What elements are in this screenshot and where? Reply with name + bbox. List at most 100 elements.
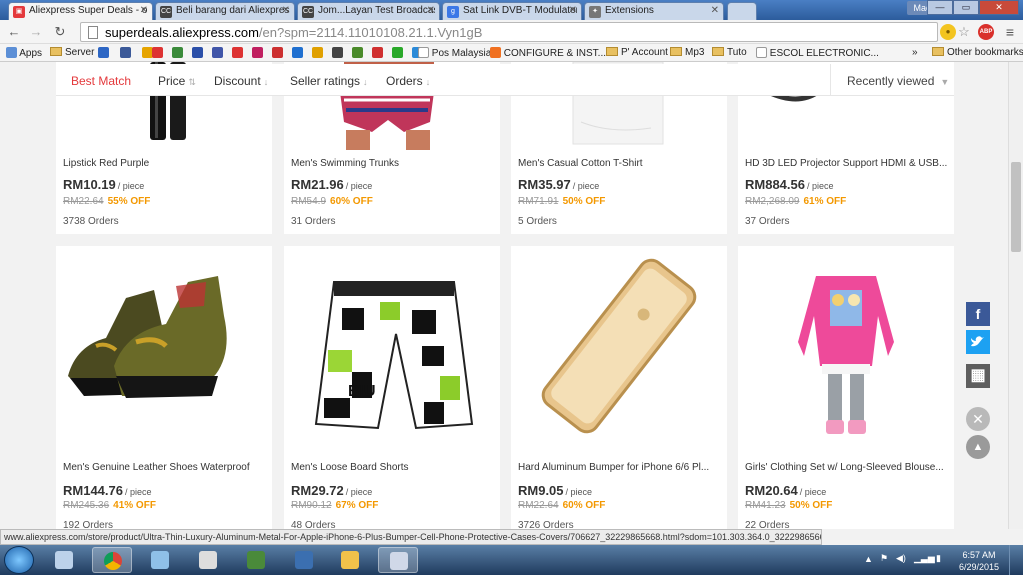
scrollbar-thumb[interactable] [1011, 162, 1021, 252]
bookmark-icon[interactable] [192, 47, 203, 58]
signal-icon[interactable]: ▁▃▅ [914, 553, 935, 564]
bookmark-server[interactable]: Server [50, 47, 94, 59]
product-card[interactable]: Girls' Clothing Set w/ Long-Sleeved Blou… [738, 246, 954, 529]
folder-icon [932, 47, 944, 56]
tab-beli-barang[interactable]: CC Beli barang dari Aliexpress ✕ [155, 2, 295, 20]
recently-viewed-dropdown[interactable]: Recently viewed ▼ [830, 64, 954, 96]
product-name[interactable]: Men's Casual Cotton T-Shirt [518, 158, 720, 169]
bookmark-icon[interactable] [152, 47, 163, 58]
maximize-button[interactable]: ▭ [953, 0, 979, 15]
bookmark-icon[interactable] [312, 47, 323, 58]
product-card[interactable]: Men's Genuine Leather Shoes Waterproof R… [56, 246, 272, 529]
price-value: RM10.19 [63, 177, 116, 192]
tab-close-icon[interactable]: ✕ [569, 5, 577, 16]
bookmark-icon[interactable] [372, 47, 383, 58]
tab-aliexpress[interactable]: ▣ Aliexpress Super Deals - o ✕ [8, 2, 153, 20]
product-name[interactable]: Girls' Clothing Set w/ Long-Sleeved Blou… [745, 462, 947, 473]
product-card[interactable]: Hard Aluminum Bumper for iPhone 6/6 Pl..… [511, 246, 727, 529]
back-icon[interactable]: ← [6, 24, 22, 40]
product-name[interactable]: Hard Aluminum Bumper for iPhone 6/6 Pl..… [518, 462, 720, 473]
taskbar-calculator[interactable] [44, 547, 84, 573]
twitter-share-button[interactable] [966, 330, 990, 354]
product-image[interactable] [738, 246, 954, 454]
sort-discount[interactable]: Discount ↓ [214, 74, 268, 88]
minimize-button[interactable]: — [927, 0, 953, 15]
bookmark-icon[interactable] [392, 47, 403, 58]
tab-close-icon[interactable]: ✕ [427, 5, 435, 16]
sort-seller-ratings[interactable]: Seller ratings ↓ [290, 74, 368, 88]
back-to-top-button[interactable]: ▲ [966, 435, 990, 459]
product-card[interactable]: BIU Men's Loose Board Shorts RM29.72/ pi… [284, 246, 500, 529]
sort-orders[interactable]: Orders ↓ [386, 74, 430, 88]
bookmark-icon[interactable] [272, 47, 283, 58]
price-unit: / piece [117, 181, 145, 191]
bookmark-other[interactable]: Other bookmarks [932, 47, 1023, 59]
start-button[interactable] [4, 546, 34, 574]
bookmarks-overflow[interactable]: » [912, 47, 918, 59]
reload-icon[interactable]: ↻ [52, 24, 68, 40]
bookmark-icon[interactable] [332, 47, 343, 58]
tab-jom-layan[interactable]: CC Jom...Layan Test Broadcas ✕ [297, 2, 440, 20]
apps-icon [6, 47, 17, 58]
product-name[interactable]: Men's Loose Board Shorts [291, 462, 493, 473]
bookmark-icon[interactable] [232, 47, 243, 58]
tab-close-icon[interactable]: ✕ [140, 5, 148, 16]
battery-icon[interactable]: ▮ [936, 553, 941, 564]
forward-icon[interactable]: → [28, 24, 44, 40]
product-name[interactable]: HD 3D LED Projector Support HDMI & USB..… [745, 158, 947, 169]
tab-extensions[interactable]: ✦ Extensions ✕ [584, 2, 724, 20]
volume-icon[interactable]: ◀) [896, 553, 906, 564]
tab-close-icon[interactable]: ✕ [282, 5, 290, 16]
product-name[interactable]: Men's Swimming Trunks [291, 158, 493, 169]
menu-icon[interactable]: ≡ [1002, 24, 1018, 40]
site-icon[interactable] [141, 47, 153, 58]
bookmark-account[interactable]: P' Account [606, 47, 668, 59]
product-price: RM35.97/ piece [518, 177, 599, 192]
bookmark-pos-malaysia[interactable]: Pos Malaysia [418, 47, 491, 60]
tab-sat-link[interactable]: g Sat Link DVB-T Modulator ✕ [442, 2, 582, 20]
close-float-button[interactable]: ✕ [966, 407, 990, 431]
google-icon[interactable] [98, 47, 109, 58]
product-image[interactable] [56, 246, 272, 454]
facebook-icon[interactable] [119, 47, 131, 58]
page-scrollbar[interactable] [1008, 62, 1023, 529]
sort-best-match[interactable]: Best Match [71, 74, 131, 88]
bookmark-icon[interactable] [352, 47, 363, 58]
bookmark-icon[interactable] [172, 47, 183, 58]
product-image[interactable]: BIU [284, 246, 500, 454]
taskbar-media[interactable] [188, 547, 228, 573]
taskbar-paint[interactable] [378, 547, 418, 573]
taskbar-notes[interactable] [140, 547, 180, 573]
tray-up-icon[interactable]: ▲ [864, 554, 873, 564]
adblock-icon[interactable]: ABP [978, 24, 994, 40]
taskbar-security[interactable] [236, 547, 276, 573]
taskbar-explorer[interactable] [330, 547, 370, 573]
star-icon[interactable]: ☆ [956, 24, 972, 40]
bookmark-configure[interactable]: CONFIGURE & INST... [490, 47, 606, 60]
taskbar-chrome[interactable] [92, 547, 132, 573]
bookmark-apps[interactable]: Apps [6, 47, 42, 60]
aliexpress-icon: ▣ [13, 6, 25, 18]
address-bar[interactable]: superdeals.aliexpress.com/en?spm=2114.11… [80, 22, 938, 42]
clock[interactable]: 6:57 AM 6/29/2015 [959, 549, 999, 573]
tray-flag-icon[interactable]: ⚑ [880, 553, 888, 564]
bookmark-tuto[interactable]: Tuto [712, 47, 747, 59]
close-window-button[interactable]: ✕ [979, 0, 1019, 15]
taskbar-network[interactable] [284, 547, 324, 573]
new-tab-button[interactable] [727, 2, 757, 20]
coin-extension-icon[interactable]: ● [940, 24, 956, 40]
bookmark-icon[interactable] [252, 47, 263, 58]
bookmark-escol[interactable]: ESCOL ELECTRONIC... [756, 47, 879, 60]
bookmark-mp3[interactable]: Mp3 [670, 47, 704, 59]
product-image[interactable] [511, 246, 727, 454]
product-name[interactable]: Men's Genuine Leather Shoes Waterproof [63, 462, 265, 473]
tab-close-icon[interactable]: ✕ [711, 5, 719, 16]
show-desktop-button[interactable] [1009, 545, 1023, 575]
facebook-share-button[interactable]: f [966, 302, 990, 326]
bookmark-label: Mp3 [685, 47, 705, 58]
product-name[interactable]: Lipstick Red Purple [63, 158, 265, 169]
bookmark-icon[interactable] [292, 47, 303, 58]
bookmark-icon[interactable] [212, 47, 223, 58]
qr-code-button[interactable]: ▦ [966, 364, 990, 388]
sort-price[interactable]: Price ⇅ [158, 74, 196, 88]
